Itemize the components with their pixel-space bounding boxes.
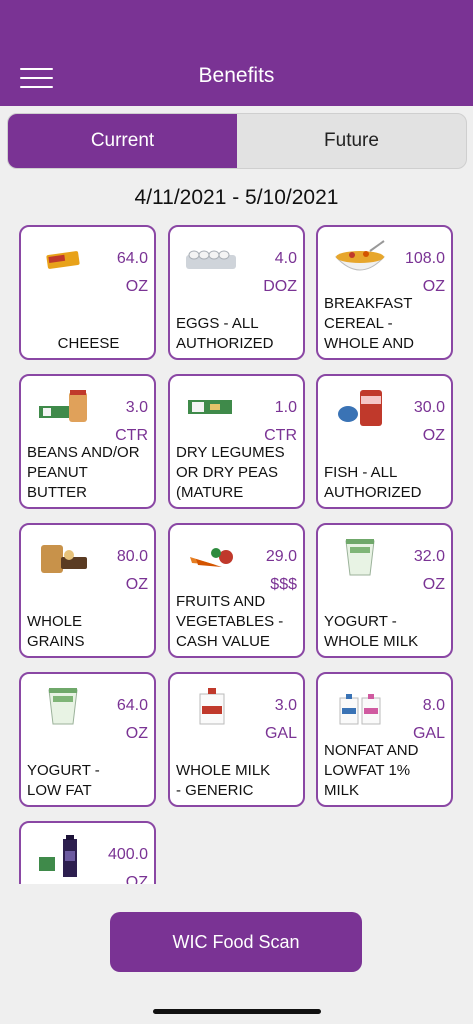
benefit-card[interactable]: 108.0 OZ BREAKFAST CEREAL - WHOLE AND bbox=[316, 225, 453, 360]
benefit-amount: 29.0 $$$ bbox=[265, 548, 297, 593]
benefit-name: WHOLE MILK - GENERIC bbox=[176, 762, 271, 799]
benefit-card[interactable]: 80.0 OZ WHOLE GRAINS bbox=[19, 523, 156, 658]
benefit-name: DRY LEGUMES OR DRY PEAS (MATURE bbox=[176, 444, 285, 501]
benefit-period-tabs: Current Future bbox=[7, 113, 467, 169]
page-title: Benefits bbox=[198, 64, 275, 87]
benefit-card[interactable]: 3.0 GAL WHOLE MILK - GENERIC bbox=[168, 672, 305, 807]
benefit-card[interactable]: 3.0 CTR BEANS AND/OR PEANUT BUTTER bbox=[19, 374, 156, 509]
app-header: Benefits bbox=[0, 0, 473, 106]
benefit-name: NONFAT AND LOWFAT 1% MILK bbox=[324, 742, 419, 799]
benefit-amount: 3.0 CTR bbox=[115, 399, 148, 444]
benefit-amount: 64.0 OZ bbox=[116, 697, 148, 742]
benefit-name: FRUITS AND VEGETABLES - CASH VALUE bbox=[176, 593, 284, 650]
benefit-name: YOGURT - LOW FAT bbox=[27, 762, 100, 799]
benefit-amount: 30.0 OZ bbox=[413, 399, 445, 444]
home-indicator bbox=[153, 1009, 321, 1014]
benefit-amount: 32.0 OZ bbox=[413, 548, 445, 593]
benefit-card[interactable]: 400.0 OZ bbox=[19, 821, 156, 884]
benefit-card[interactable]: 29.0 $$$ FRUITS AND VEGETABLES - CASH VAL… bbox=[168, 523, 305, 658]
wic-food-scan-button[interactable]: WIC Food Scan bbox=[110, 912, 362, 972]
benefit-name: BREAKFAST CEREAL - WHOLE AND bbox=[324, 295, 415, 352]
benefit-amount: 400.0 OZ bbox=[107, 846, 148, 884]
benefit-name: FISH - ALL AUTHORIZED bbox=[324, 464, 422, 501]
tab-future[interactable]: Future bbox=[237, 114, 466, 168]
benefit-amount: 3.0 GAL bbox=[264, 697, 297, 742]
benefit-name: BEANS AND/OR PEANUT BUTTER bbox=[27, 444, 140, 501]
tab-current[interactable]: Current bbox=[8, 114, 237, 168]
benefit-card[interactable]: 32.0 OZ YOGURT - WHOLE MILK bbox=[316, 523, 453, 658]
benefit-name: EGGS - ALL AUTHORIZED bbox=[176, 315, 274, 352]
benefit-amount: 8.0 GAL bbox=[412, 697, 445, 742]
benefit-name: YOGURT - WHOLE MILK bbox=[324, 613, 419, 650]
benefit-period-dates: 4/11/2021 - 5/10/2021 bbox=[134, 186, 339, 209]
benefit-name: CHEESE bbox=[57, 335, 120, 352]
benefit-amount: 4.0 DOZ bbox=[263, 250, 297, 295]
benefit-amount: 1.0 CTR bbox=[264, 399, 297, 444]
benefit-amount: 108.0 OZ bbox=[404, 250, 445, 295]
benefit-card[interactable]: 64.0 OZ YOGURT - LOW FAT bbox=[19, 672, 156, 807]
benefit-amount: 64.0 OZ bbox=[116, 250, 148, 295]
benefit-card[interactable]: 8.0 GAL NONFAT AND LOWFAT 1% MILK bbox=[316, 672, 453, 807]
benefit-card[interactable]: 64.0 OZ CHEESE bbox=[19, 225, 156, 360]
benefit-card[interactable]: 30.0 OZ FISH - ALL AUTHORIZED bbox=[316, 374, 453, 509]
benefit-card[interactable]: 1.0 CTR DRY LEGUMES OR DRY PEAS (MATURE bbox=[168, 374, 305, 509]
benefit-amount: 80.0 OZ bbox=[116, 548, 148, 593]
benefit-card[interactable]: 4.0 DOZ EGGS - ALL AUTHORIZED bbox=[168, 225, 305, 360]
benefit-name: WHOLE GRAINS bbox=[27, 613, 85, 650]
benefits-grid[interactable]: 64.0 OZ CHEESE 4.0 DOZ EGGS - ALL AUTHORIZE… bbox=[0, 220, 473, 884]
